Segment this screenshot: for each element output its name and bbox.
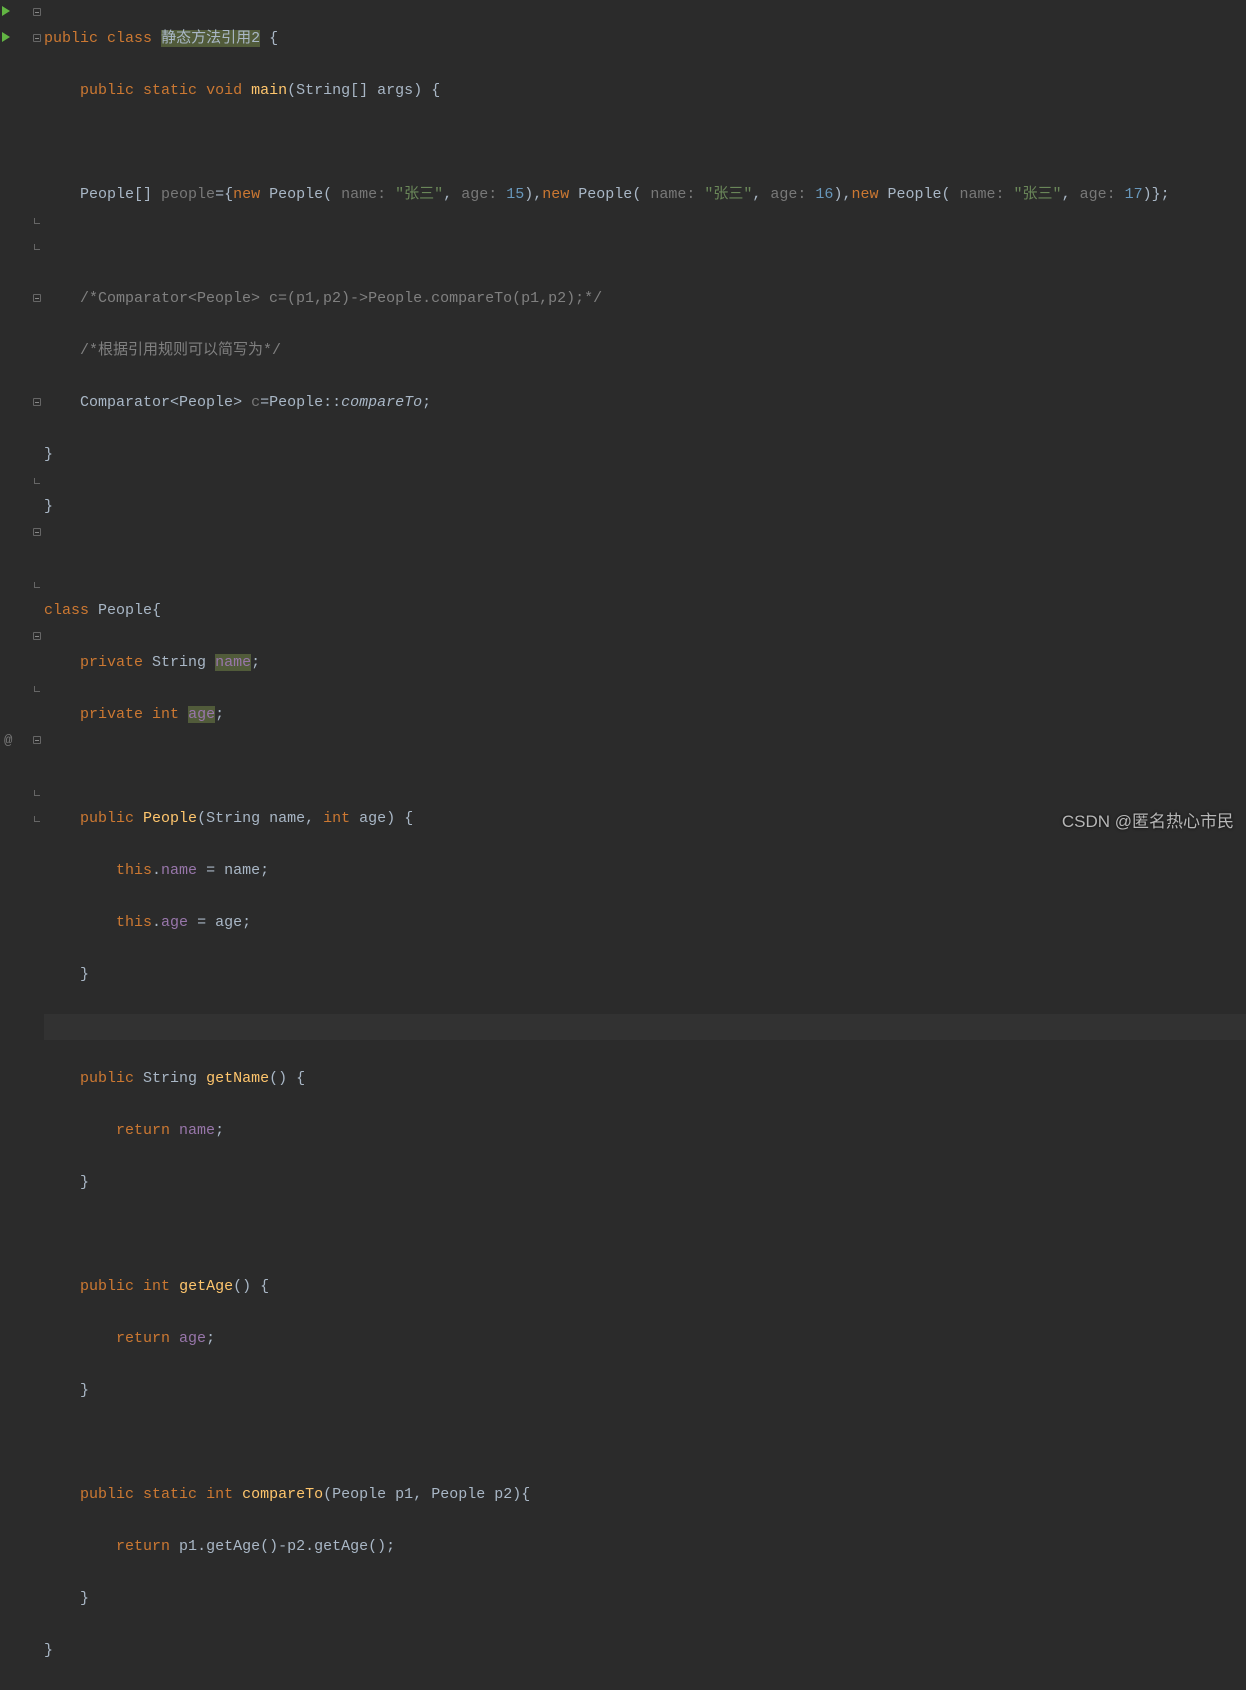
override-icon: @: [4, 728, 12, 754]
code-line: private int age;: [44, 702, 1246, 728]
gutter: @: [0, 0, 44, 845]
code-line: }: [44, 1586, 1246, 1612]
code-line: public int getAge() {: [44, 1274, 1246, 1300]
code-line: public static int compareTo(People p1, P…: [44, 1482, 1246, 1508]
fold-icon[interactable]: [33, 34, 41, 42]
code-line: private String name;: [44, 650, 1246, 676]
code-line: People[] people={new People( name: "张三",…: [44, 182, 1246, 208]
fold-end-icon[interactable]: [34, 582, 40, 588]
fold-end-icon[interactable]: [34, 686, 40, 692]
fold-icon[interactable]: [33, 8, 41, 16]
code-line: }: [44, 1378, 1246, 1404]
code-line: this.age = age;: [44, 910, 1246, 936]
code-line: }: [44, 1638, 1246, 1664]
code-line: }: [44, 494, 1246, 520]
code-line: [44, 754, 1246, 780]
code-line: [44, 1222, 1246, 1248]
code-line: this.name = name;: [44, 858, 1246, 884]
code-line: public class 静态方法引用2 {: [44, 26, 1246, 52]
code-line: Comparator<People> c=People::compareTo;: [44, 390, 1246, 416]
code-line: public static void main(String[] args) {: [44, 78, 1246, 104]
fold-end-icon[interactable]: [34, 816, 40, 822]
fold-icon[interactable]: [33, 528, 41, 536]
fold-end-icon[interactable]: [34, 478, 40, 484]
code-line: return p1.getAge()-p2.getAge();: [44, 1534, 1246, 1560]
code-line: }: [44, 442, 1246, 468]
code-line: [44, 1430, 1246, 1456]
fold-end-icon[interactable]: [34, 790, 40, 796]
watermark: CSDN @匿名热心市民: [1062, 809, 1234, 835]
code-line: public String getName() {: [44, 1066, 1246, 1092]
code-editor[interactable]: @ public class 静态方法引用2 { public static v…: [0, 0, 1246, 845]
fold-end-icon[interactable]: [34, 244, 40, 250]
code-area[interactable]: public class 静态方法引用2 { public static voi…: [44, 0, 1246, 845]
code-line: }: [44, 1170, 1246, 1196]
fold-end-icon[interactable]: [34, 218, 40, 224]
fold-icon[interactable]: [33, 632, 41, 640]
code-line: [44, 130, 1246, 156]
code-line: [44, 546, 1246, 572]
code-line: class People{: [44, 598, 1246, 624]
run-icon[interactable]: [2, 32, 10, 42]
code-line: /*Comparator<People> c=(p1,p2)->People.c…: [44, 286, 1246, 312]
code-line: return age;: [44, 1326, 1246, 1352]
fold-icon[interactable]: [33, 736, 41, 744]
code-line: return name;: [44, 1118, 1246, 1144]
code-line: }: [44, 962, 1246, 988]
code-line: [44, 234, 1246, 260]
fold-icon[interactable]: [33, 398, 41, 406]
code-line: /*根据引用规则可以简写为*/: [44, 338, 1246, 364]
run-icon[interactable]: [2, 6, 10, 16]
fold-icon[interactable]: [33, 294, 41, 302]
current-line: [44, 1014, 1246, 1040]
